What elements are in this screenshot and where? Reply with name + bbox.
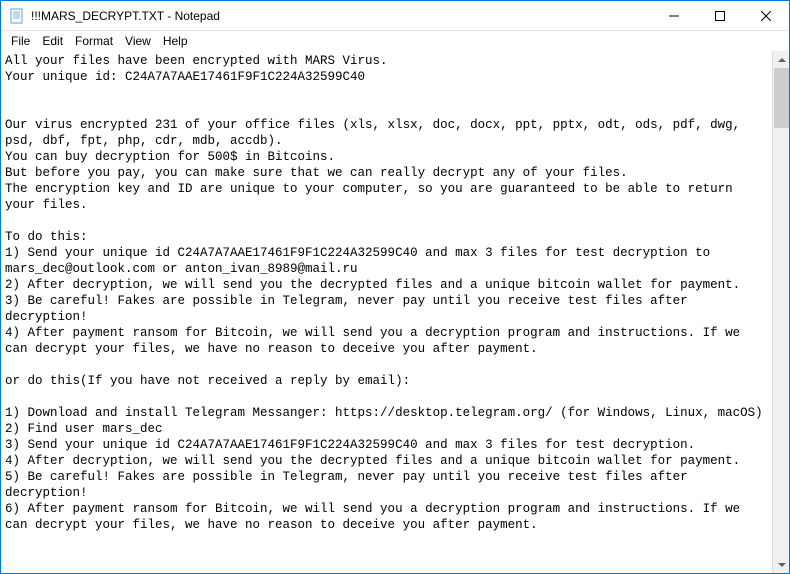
window-controls bbox=[651, 1, 789, 30]
titlebar: !!!MARS_DECRYPT.TXT - Notepad bbox=[1, 1, 789, 31]
menu-help[interactable]: Help bbox=[157, 32, 194, 50]
menu-view[interactable]: View bbox=[119, 32, 157, 50]
content-area: All your files have been encrypted with … bbox=[1, 51, 789, 573]
menu-file[interactable]: File bbox=[5, 32, 36, 50]
window-title: !!!MARS_DECRYPT.TXT - Notepad bbox=[31, 9, 651, 23]
text-editor[interactable]: All your files have been encrypted with … bbox=[1, 51, 772, 573]
close-button[interactable] bbox=[743, 1, 789, 30]
menubar: File Edit Format View Help bbox=[1, 31, 789, 51]
scroll-down-icon[interactable] bbox=[773, 556, 789, 573]
scroll-thumb[interactable] bbox=[774, 68, 789, 128]
notepad-window: !!!MARS_DECRYPT.TXT - Notepad File Edit … bbox=[0, 0, 790, 574]
app-icon bbox=[9, 8, 25, 24]
scroll-up-icon[interactable] bbox=[773, 51, 789, 68]
menu-edit[interactable]: Edit bbox=[36, 32, 69, 50]
vertical-scrollbar[interactable] bbox=[772, 51, 789, 573]
maximize-button[interactable] bbox=[697, 1, 743, 30]
menu-format[interactable]: Format bbox=[69, 32, 119, 50]
minimize-button[interactable] bbox=[651, 1, 697, 30]
